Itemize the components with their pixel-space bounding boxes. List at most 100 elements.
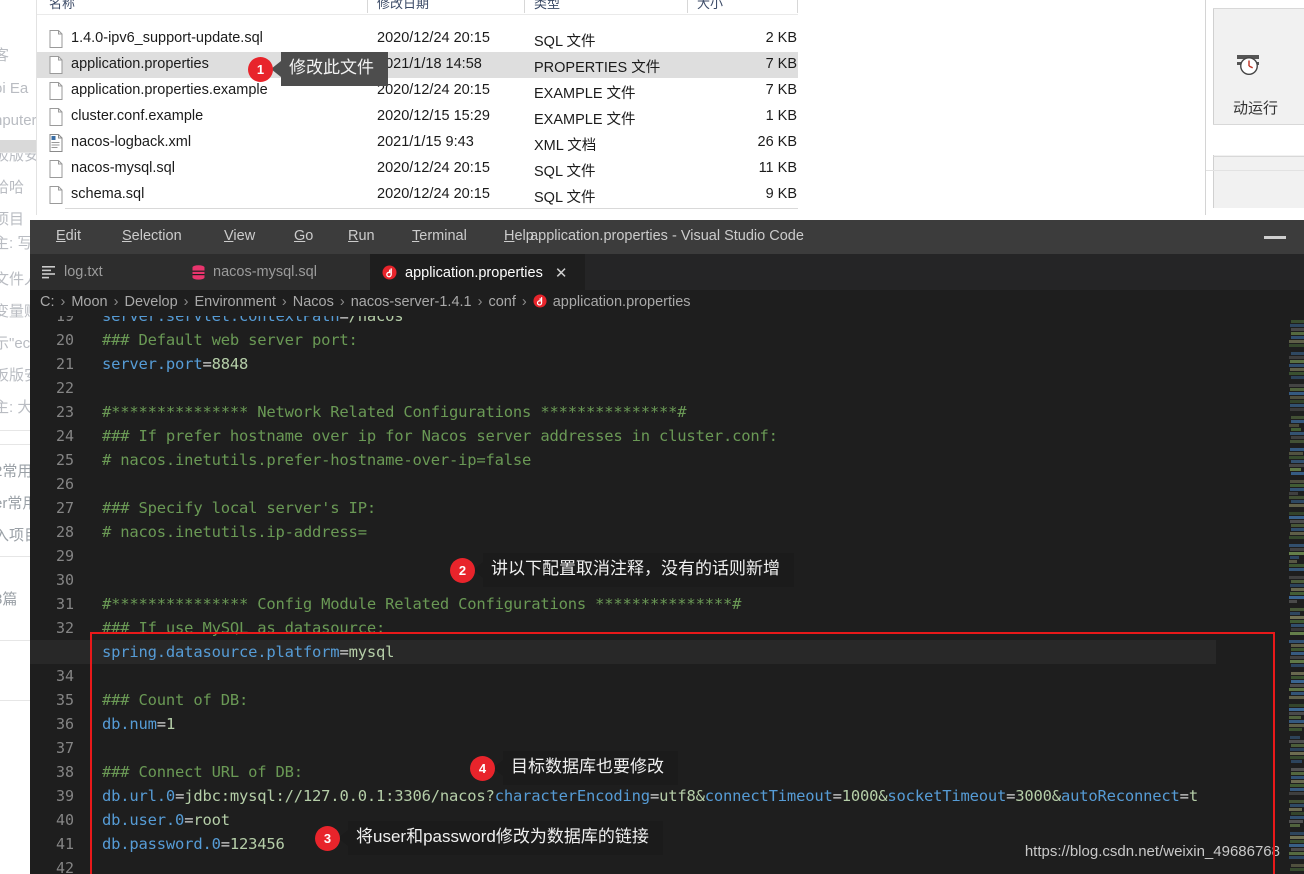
file-type: EXAMPLE 文件 <box>534 108 636 129</box>
minimap-line <box>1289 340 1304 343</box>
minimap-line <box>1289 344 1304 347</box>
minimap-line <box>1291 864 1304 867</box>
minimap-line <box>1291 500 1304 503</box>
file-size: 11 KB <box>697 160 797 176</box>
minimap-line <box>1291 580 1304 583</box>
file-row[interactable]: 1.4.0-ipv6_support-update.sql 2020/12/24 … <box>37 26 799 52</box>
editor-minimap[interactable] <box>1286 316 1304 874</box>
code-token: #*************** Config Module Related C… <box>102 595 741 613</box>
code-token: = <box>339 316 348 325</box>
breadcrumb-item[interactable]: Moon <box>71 294 107 310</box>
line-number: 36 <box>30 715 74 733</box>
file-row[interactable]: application.properties 2021/1/18 14:58 PRO… <box>37 52 799 78</box>
minimap-line <box>1290 404 1304 407</box>
minimap-line <box>1289 364 1304 367</box>
minimap-line <box>1291 472 1304 475</box>
file-icon <box>49 108 63 126</box>
file-size: 9 KB <box>697 186 797 202</box>
minimap-line <box>1289 712 1304 715</box>
minimap-line <box>1290 804 1304 807</box>
minimap-line <box>1289 492 1298 495</box>
minimap-line <box>1290 756 1304 759</box>
breadcrumb-item[interactable]: nacos-server-1.4.1 <box>351 294 472 310</box>
line-number: 37 <box>30 739 74 757</box>
line-number: 21 <box>30 355 74 373</box>
file-icon <box>49 186 63 204</box>
tab-label: nacos-mysql.sql <box>213 264 317 280</box>
background-text-line: 主: 写 <box>0 232 32 253</box>
column-header-size[interactable]: 大小 <box>697 0 723 12</box>
breadcrumb-item[interactable]: Environment <box>195 294 276 310</box>
tab-application-properties[interactable]: application.properties ✕ <box>370 254 585 290</box>
breadcrumb[interactable]: C: › Moon › Develop › Environment › Nacos › nacos-… <box>30 290 1304 316</box>
background-text-line: 示"ec <box>0 332 30 353</box>
line-number: 39 <box>30 787 74 805</box>
column-header-name[interactable]: 名称 <box>49 0 75 12</box>
file-row[interactable]: nacos-mysql.sql 2020/12/24 20:15 SQL 文件 11 … <box>37 156 799 182</box>
minimap-line <box>1291 644 1304 647</box>
file-row[interactable]: schema.sql 2020/12/24 20:15 SQL 文件 9 KB <box>37 182 799 208</box>
line-number: 22 <box>30 379 74 397</box>
minimap-line <box>1290 408 1304 411</box>
minimap-line <box>1290 660 1304 663</box>
minimap-line <box>1291 320 1304 323</box>
file-row[interactable]: nacos-logback.xml 2021/1/15 9:43 XML 文档 26 … <box>37 130 799 156</box>
background-text-line: 客 <box>0 44 9 65</box>
tab-log-txt[interactable]: log.txt <box>30 254 180 290</box>
minimap-line <box>1290 440 1304 443</box>
close-icon[interactable]: ✕ <box>555 264 568 282</box>
minimap-line <box>1289 464 1304 467</box>
minimap-line <box>1291 680 1304 683</box>
minimize-button[interactable] <box>1264 236 1286 239</box>
minimap-line <box>1291 848 1304 851</box>
breadcrumb-item[interactable]: conf <box>488 294 515 310</box>
file-row[interactable]: cluster.conf.example 2020/12/15 15:29 EXAM… <box>37 104 799 130</box>
breadcrumb-item[interactable]: Nacos <box>293 294 334 310</box>
file-date: 2021/1/18 14:58 <box>377 56 482 72</box>
callout-2: 2 讲以下配置取消注释，没有的话则新增 <box>450 553 794 587</box>
background-right-white <box>1213 125 1304 155</box>
callout-badge: 4 <box>470 756 495 781</box>
minimap-line <box>1289 856 1304 859</box>
minimap-line <box>1289 792 1304 795</box>
line-number: 42 <box>30 859 74 874</box>
code-line: ### Default web server port: <box>102 331 358 349</box>
minimap-line <box>1290 788 1304 791</box>
file-row[interactable]: application.properties.example 2020/12/24… <box>37 78 799 104</box>
minimap-line <box>1290 368 1304 371</box>
callout-text: 修改此文件 <box>281 52 388 86</box>
breadcrumb-item[interactable]: C: <box>40 294 55 310</box>
code-token: ### If prefer hostname over ip for Nacos… <box>102 427 778 445</box>
explorer-empty-area <box>798 0 1206 215</box>
minimap-line <box>1291 776 1304 779</box>
background-text-line: 主: 大 <box>0 396 32 417</box>
minimap-line <box>1289 504 1304 507</box>
minimap-line <box>1291 352 1304 355</box>
breadcrumb-item[interactable]: Develop <box>124 294 177 310</box>
minimap-line <box>1290 584 1304 587</box>
chevron-right-icon: › <box>114 294 119 310</box>
tab-nacos-mysql-sql[interactable]: nacos-mysql.sql <box>180 254 370 290</box>
minimap-line <box>1291 336 1304 339</box>
line-number: 23 <box>30 403 74 421</box>
minimap-line <box>1289 728 1302 731</box>
minimap-line <box>1289 716 1301 719</box>
minimap-line <box>1291 760 1302 763</box>
code-line: server.port=8848 <box>102 355 248 373</box>
code-token: = <box>202 355 211 373</box>
minimap-line <box>1290 592 1304 595</box>
line-number: 20 <box>30 331 74 349</box>
minimap-line <box>1289 724 1304 727</box>
file-type: SQL 文件 <box>534 186 596 207</box>
breadcrumb-item[interactable]: application.properties <box>553 294 691 310</box>
file-type: SQL 文件 <box>534 160 596 181</box>
column-header-date[interactable]: 修改日期 <box>377 0 429 12</box>
divider <box>37 14 799 15</box>
code-line: #*************** Network Related Configu… <box>102 403 686 421</box>
minimap-line <box>1291 692 1304 695</box>
file-date: 2020/12/15 15:29 <box>377 108 490 124</box>
minimap-line <box>1291 772 1304 775</box>
column-header-type[interactable]: 类型 <box>534 0 560 12</box>
minimap-line <box>1289 564 1304 567</box>
file-date: 2020/12/24 20:15 <box>377 82 490 98</box>
